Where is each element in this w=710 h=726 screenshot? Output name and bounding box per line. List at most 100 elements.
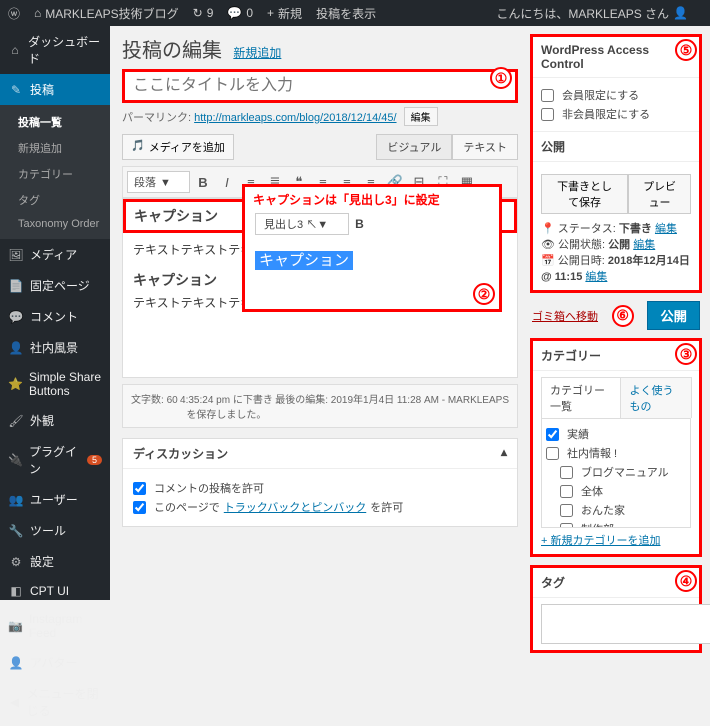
post-title-input[interactable] xyxy=(122,69,518,103)
autosave-msg: 4:35:24 pm に下書きを保存しました。 xyxy=(178,391,276,421)
right-sidebar: ⑤ WordPress Access Control 会員限定にする 非会員限定… xyxy=(530,26,710,600)
permalink-edit-button[interactable]: 編集 xyxy=(404,107,438,126)
bold-button[interactable]: B xyxy=(192,171,214,193)
sidebar-item-cptui[interactable]: ◧CPT UI xyxy=(0,577,110,605)
updates-icon[interactable]: ↻ 9 xyxy=(193,6,214,20)
cat-item[interactable]: 実績 xyxy=(546,426,686,442)
media-icon: 🖼 xyxy=(8,248,24,262)
tab-text[interactable]: テキスト xyxy=(452,134,518,160)
permalink-url[interactable]: http://markleaps.com/blog/2018/12/14/45/ xyxy=(194,112,396,124)
cat-item[interactable]: おんた家 xyxy=(546,502,686,518)
sidebar-item-plugins[interactable]: 🔌プラグイン5 xyxy=(0,436,110,484)
brush-icon: 🖌 xyxy=(8,414,24,428)
sub-add-new[interactable]: 新規追加 xyxy=(0,135,110,161)
sub-tax-order[interactable]: Taxonomy Order xyxy=(0,213,110,235)
collapse-icon: ◀ xyxy=(8,695,21,709)
pin-icon: ✎ xyxy=(8,83,24,97)
plugin-icon: 🔌 xyxy=(8,453,23,467)
annotation-6: ⑥ xyxy=(612,305,634,327)
instagram-icon: 📷 xyxy=(8,619,23,633)
sub-tags[interactable]: タグ xyxy=(0,187,110,213)
tab-visual[interactable]: ビジュアル xyxy=(376,134,452,160)
cursor-icon: ↖ xyxy=(306,219,317,231)
editor-statusbar: 文字数: 60 4:35:24 pm に下書きを保存しました。 最後の編集: 2… xyxy=(122,384,518,428)
sidebar-item-comments[interactable]: 💬コメント xyxy=(0,301,110,332)
categories-title: カテゴリー xyxy=(533,341,699,371)
publish-button[interactable]: 公開 xyxy=(647,301,700,330)
format-select[interactable]: 段落▼ xyxy=(127,171,190,193)
sidebar-item-dashboard[interactable]: ⌂ダッシュボード xyxy=(0,26,110,74)
preview-button[interactable]: プレビュー xyxy=(628,174,691,214)
sidebar-item-media[interactable]: 🖼メディア xyxy=(0,239,110,270)
sidebar-collapse[interactable]: ◀メニューを閉じる xyxy=(0,678,110,726)
sub-all-posts[interactable]: 投稿一覧 xyxy=(0,109,110,135)
callout-label: キャプションは「見出し3」に設定 xyxy=(253,191,440,208)
sidebar-item-instagram[interactable]: 📷Instagram Feed xyxy=(0,605,110,647)
cat-tab-popular[interactable]: よく使うもの xyxy=(620,377,692,418)
heading-select[interactable]: 見出し3 ↖▼ xyxy=(255,213,349,235)
members-only-checkbox[interactable]: 会員限定にする xyxy=(541,87,691,103)
allow-pings-checkbox[interactable]: このページでトラックバックとピンバックを許可 xyxy=(133,499,507,515)
new-link[interactable]: + 新規 xyxy=(267,5,302,22)
annotation-1: ① xyxy=(490,67,512,89)
schedule-row: 📅 公開日時: 2018年12月14日 @ 11:15 編集 xyxy=(541,252,691,284)
schedule-edit[interactable]: 編集 xyxy=(585,271,607,283)
sidebar-item-office[interactable]: 👤社内風景 xyxy=(0,332,110,363)
add-media-button[interactable]: 🎵メディアを追加 xyxy=(122,134,234,160)
chevron-down-icon: ▼ xyxy=(160,177,171,189)
publish-title: 公開 xyxy=(533,131,699,162)
admin-sidebar: ⌂ダッシュボード ✎投稿 投稿一覧 新規追加 カテゴリー タグ Taxonomy… xyxy=(0,26,110,600)
save-draft-button[interactable]: 下書きとして保存 xyxy=(541,174,628,214)
add-new-link[interactable]: 新規追加 xyxy=(233,46,281,60)
annotation-4: ④ xyxy=(675,570,697,592)
bold-icon[interactable]: B xyxy=(355,217,364,231)
sidebar-submenu: 投稿一覧 新規追加 カテゴリー タグ Taxonomy Order xyxy=(0,105,110,239)
comment-icon: 💬 xyxy=(8,310,24,324)
cat-tab-all[interactable]: カテゴリー一覧 xyxy=(541,377,621,418)
dashboard-icon: ⌂ xyxy=(8,43,22,57)
allow-comments-checkbox[interactable]: コメントの投稿を許可 xyxy=(133,480,507,496)
last-edit: 最後の編集: 2019年1月4日 11:28 AM - MARKLEAPS xyxy=(275,391,509,421)
discussion-title: ディスカッション xyxy=(133,445,228,462)
greeting[interactable]: こんにちは、MARKLEAPS さん 👤 xyxy=(496,5,688,22)
site-link[interactable]: ⌂ MARKLEAPS技術ブログ xyxy=(34,5,179,22)
comments-icon[interactable]: 💬 0 xyxy=(227,6,253,20)
sub-categories[interactable]: カテゴリー xyxy=(0,161,110,187)
add-category-link[interactable]: + 新規カテゴリーを追加 xyxy=(541,532,691,548)
tool-icon: 🔧 xyxy=(8,524,24,538)
tag-input[interactable] xyxy=(541,604,710,644)
cat-item[interactable]: ブログマニュアル xyxy=(546,464,686,480)
annotation-2: ② xyxy=(473,283,495,305)
sidebar-item-avatar[interactable]: 👤アバター xyxy=(0,647,110,678)
sidebar-item-posts[interactable]: ✎投稿 xyxy=(0,74,110,105)
admin-topbar: ⓦ ⌂ MARKLEAPS技術ブログ ↻ 9 💬 0 + 新規 投稿を表示 こん… xyxy=(0,0,710,26)
callout-box: キャプションは「見出し3」に設定 見出し3 ↖▼ B キャプション ② xyxy=(242,184,502,312)
wac-title: WordPress Access Control xyxy=(533,37,699,78)
cat-item[interactable]: 社内情報 ! xyxy=(546,445,686,461)
status-edit[interactable]: 編集 xyxy=(655,223,677,235)
visibility-edit[interactable]: 編集 xyxy=(633,239,655,251)
sidebar-item-ssb[interactable]: ⭐Simple Share Buttons xyxy=(0,363,110,405)
sidebar-item-tools[interactable]: 🔧ツール xyxy=(0,515,110,546)
tags-box: ④ タグ 追加 xyxy=(530,565,702,653)
wp-logo[interactable]: ⓦ xyxy=(8,5,20,22)
move-to-trash[interactable]: ゴミ箱へ移動 xyxy=(532,308,598,324)
panel-toggle-icon[interactable]: ▴ xyxy=(501,445,507,462)
gear-icon: ⚙ xyxy=(8,555,24,569)
sidebar-item-users[interactable]: 👥ユーザー xyxy=(0,484,110,515)
sidebar-item-settings[interactable]: ⚙設定 xyxy=(0,546,110,577)
sidebar-item-appearance[interactable]: 🖌外観 xyxy=(0,405,110,436)
view-post[interactable]: 投稿を表示 xyxy=(316,5,376,22)
word-count: 文字数: 60 xyxy=(131,391,178,421)
tags-title: タグ xyxy=(533,568,699,598)
sidebar-item-pages[interactable]: 📄固定ページ xyxy=(0,270,110,301)
cpt-icon: ◧ xyxy=(8,584,24,598)
categories-box: ③ カテゴリー カテゴリー一覧 よく使うもの 実績 社内情報 ! ブログマニュア… xyxy=(530,338,702,557)
media-add-icon: 🎵 xyxy=(131,139,145,155)
cat-item[interactable]: 制作部 xyxy=(546,521,686,528)
italic-button[interactable]: I xyxy=(216,171,238,193)
cat-item[interactable]: 全体 xyxy=(546,483,686,499)
nonmembers-only-checkbox[interactable]: 非会員限定にする xyxy=(541,106,691,122)
category-list[interactable]: 実績 社内情報 ! ブログマニュアル 全体 おんた家 制作部 フルビオ部 xyxy=(541,418,691,528)
trackback-link[interactable]: トラックバックとピンバック xyxy=(224,499,366,515)
